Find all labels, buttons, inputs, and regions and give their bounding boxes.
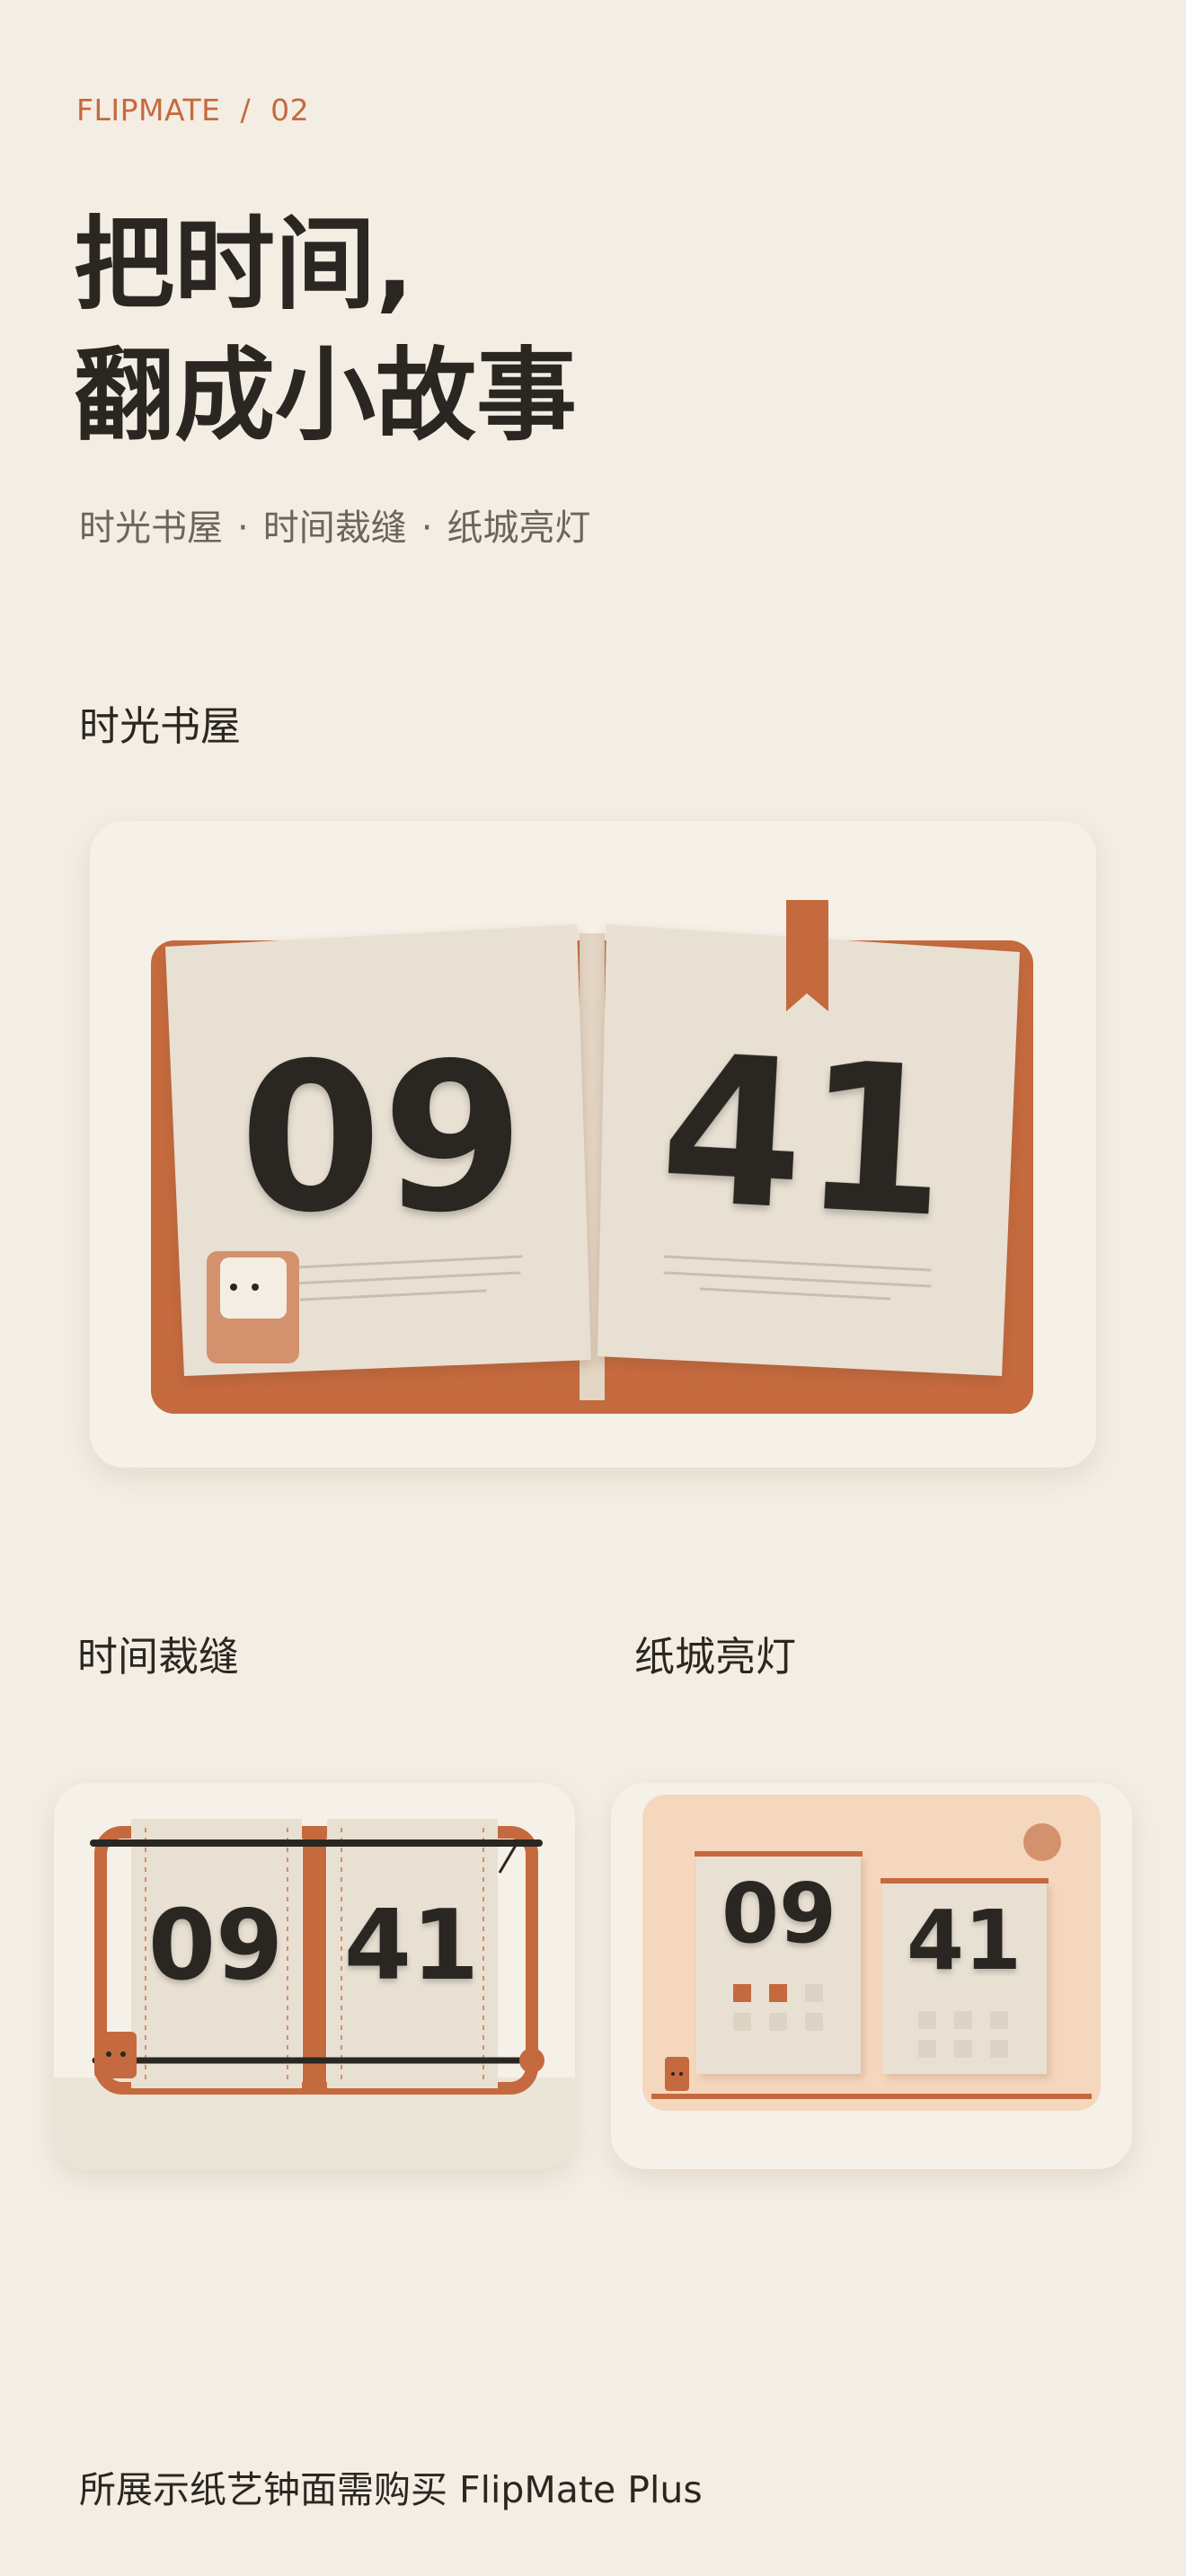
subtitle-dot: · bbox=[237, 507, 249, 549]
subtitle-item: 时光书屋 bbox=[79, 507, 223, 549]
face-card-book[interactable]: 09 41 bbox=[90, 821, 1096, 1468]
bunny-mascot bbox=[207, 1251, 299, 1363]
minute-digits: 41 bbox=[344, 1890, 479, 2002]
title-line-2: 翻成小故事 bbox=[74, 338, 577, 454]
eyebrow: FLIPMATE / 02 bbox=[76, 93, 309, 128]
title-line-1: 把时间, bbox=[74, 207, 414, 323]
face-label-tailor: 时间裁缝 bbox=[77, 1633, 240, 1681]
hour-digits: 09 bbox=[148, 1890, 283, 2002]
page-title: 把时间, 翻成小故事 bbox=[74, 199, 577, 462]
face-label-city: 纸城亮灯 bbox=[634, 1633, 797, 1681]
subtitle: 时光书屋 · 时间裁缝 · 纸城亮灯 bbox=[79, 498, 590, 551]
subtitle-item: 时间裁缝 bbox=[262, 507, 407, 549]
subtitle-item: 纸城亮灯 bbox=[447, 507, 591, 549]
lantern-mascot bbox=[665, 2057, 689, 2091]
face-label-book: 时光书屋 bbox=[79, 702, 242, 750]
brand-name: FLIPMATE bbox=[76, 93, 221, 128]
book-illustration: 09 41 bbox=[151, 900, 1033, 1414]
spool-mascot bbox=[94, 2032, 137, 2078]
page-index: 02 bbox=[270, 93, 310, 128]
center-bar bbox=[303, 1830, 326, 2090]
hour-digits: 09 bbox=[239, 1019, 524, 1257]
city-illustration: 09 41 bbox=[642, 1795, 1101, 2111]
sun bbox=[1023, 1823, 1061, 1861]
minute-digits: 41 bbox=[907, 1892, 1022, 1989]
ground-line bbox=[651, 2094, 1092, 2099]
face-card-city[interactable]: 09 41 bbox=[611, 1783, 1132, 2169]
plus-notice: 所展示纸艺钟面需购买 FlipMate Plus bbox=[79, 2468, 703, 2511]
hour-digits: 09 bbox=[721, 1866, 836, 1962]
face-card-tailor[interactable]: 09 41 bbox=[54, 1783, 575, 2169]
minute-digits: 41 bbox=[655, 1010, 952, 1263]
tailor-illustration: 09 41 bbox=[54, 1819, 575, 2169]
eyebrow-separator: / bbox=[240, 93, 252, 128]
subtitle-dot: · bbox=[420, 507, 433, 549]
